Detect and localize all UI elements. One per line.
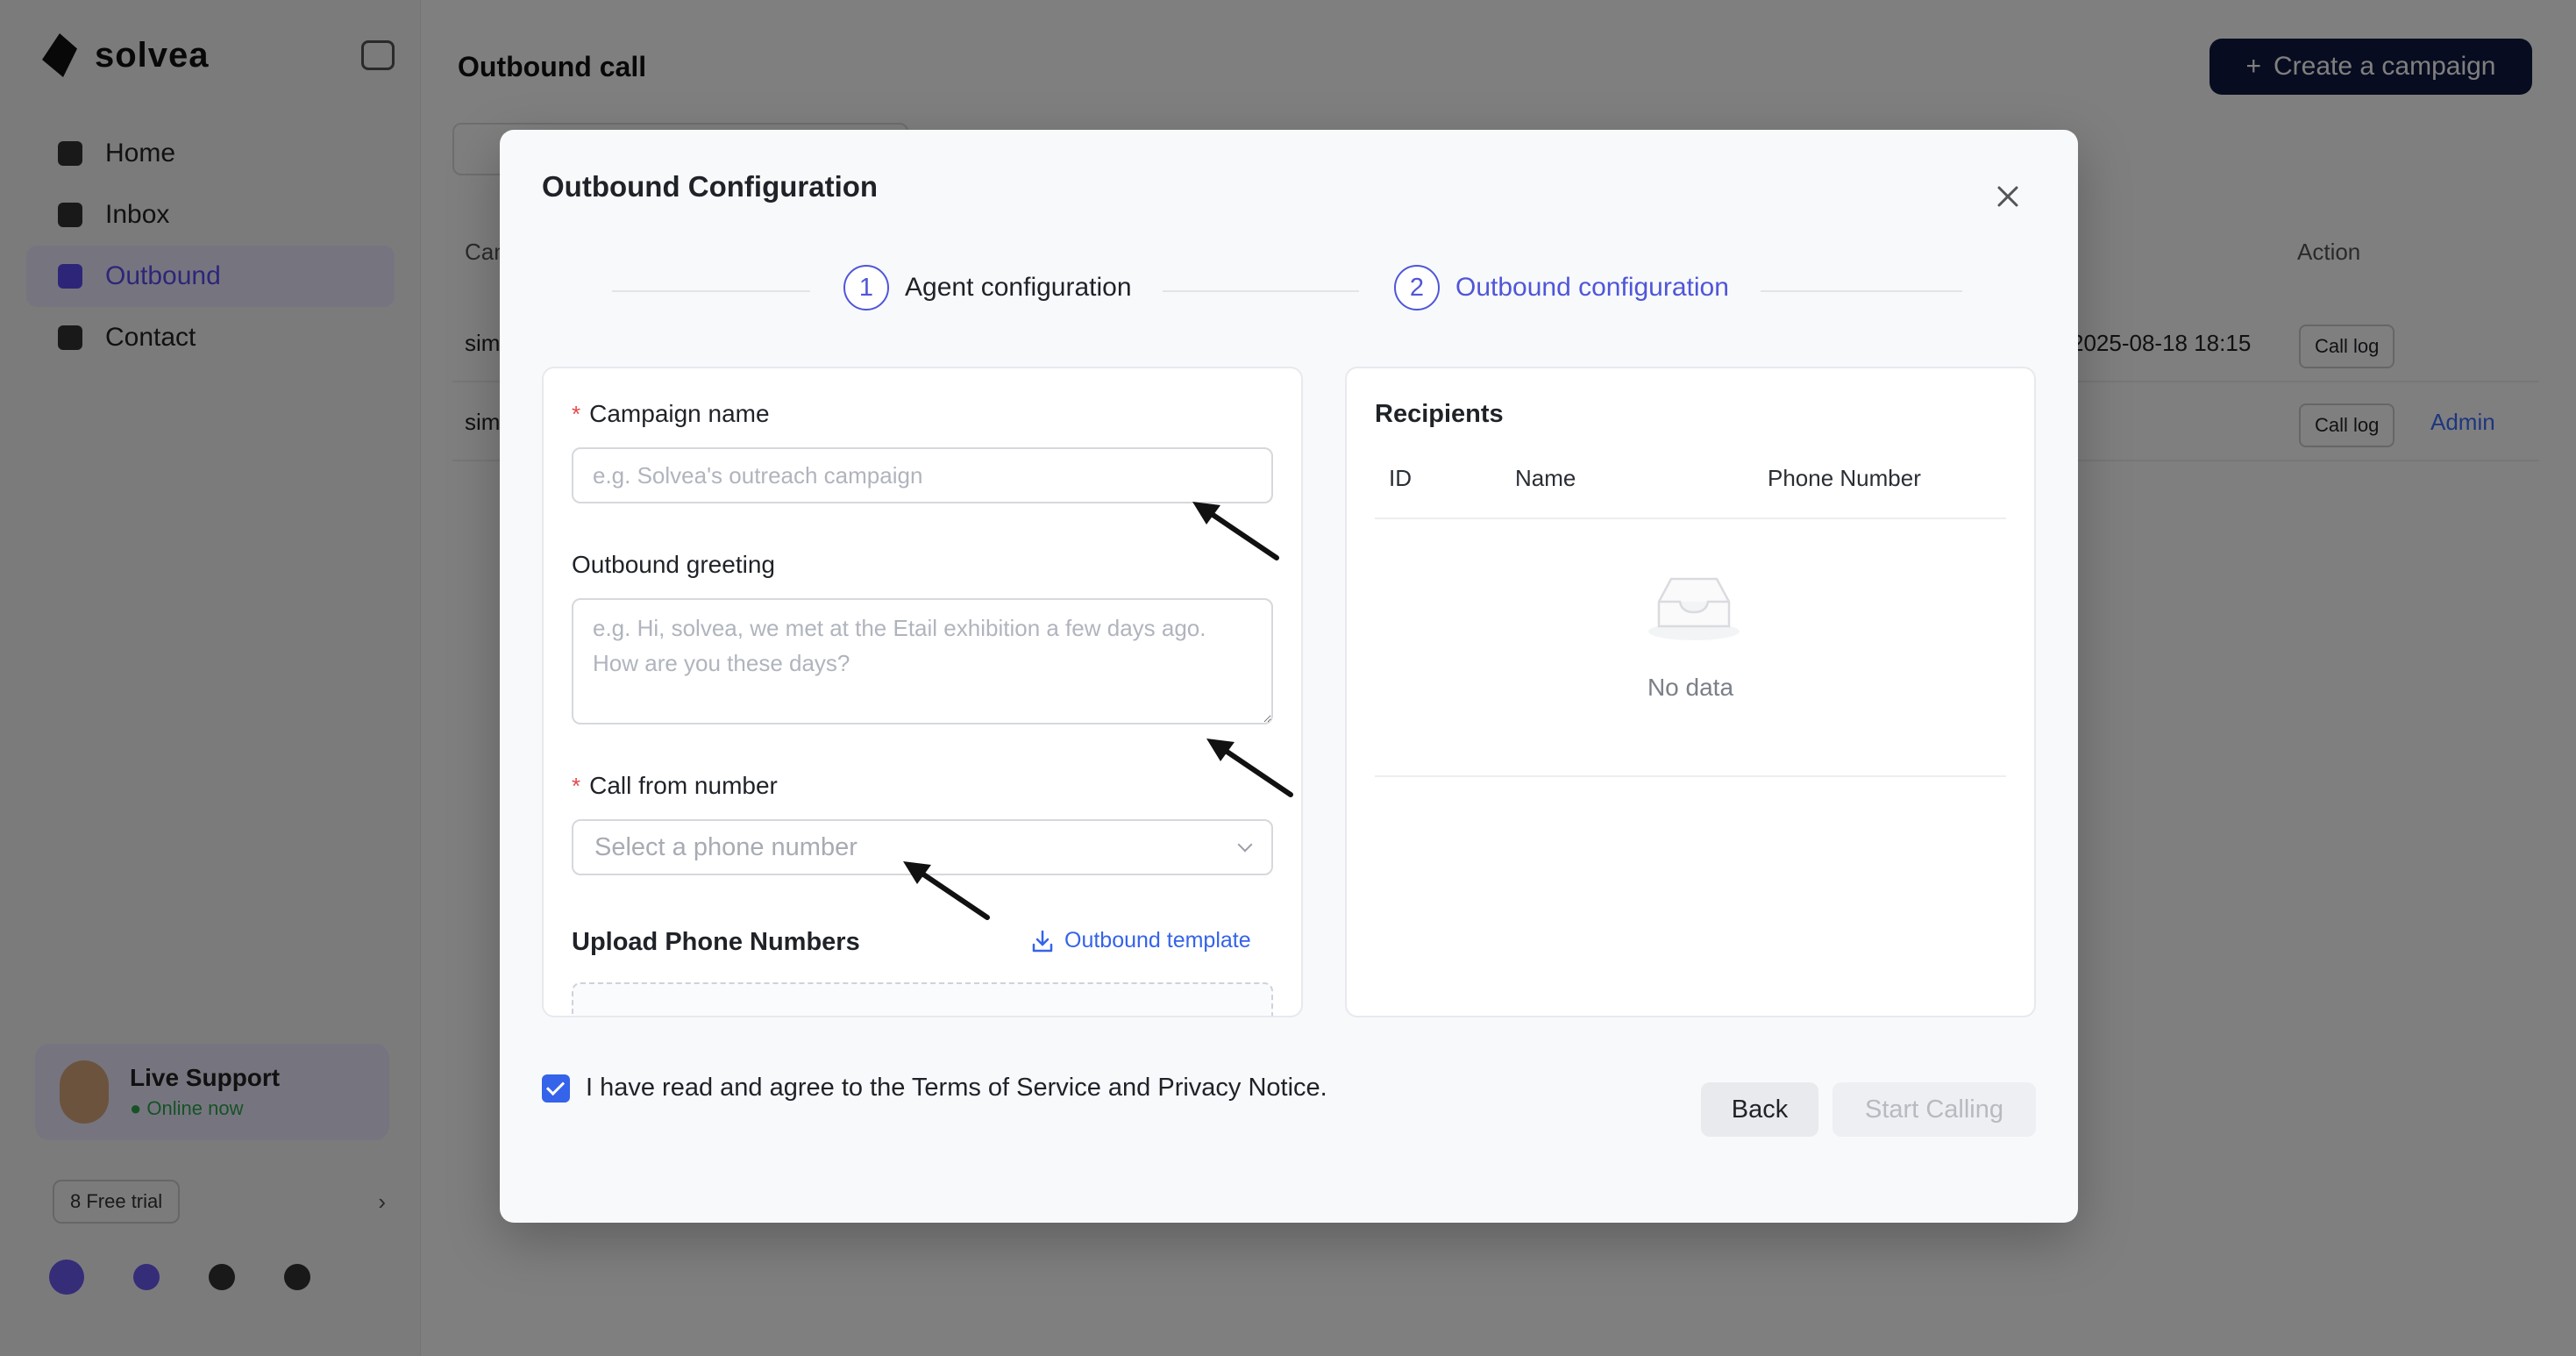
step-agent-configuration[interactable]: 1 Agent configuration (843, 265, 1132, 310)
upload-phone-numbers-title: Upload Phone Numbers (572, 928, 860, 956)
outbound-template-label: Outbound template (1064, 928, 1251, 953)
outbound-greeting-label: Outbound greeting (572, 551, 775, 578)
agreement-text: I have read and agree to the Terms of Se… (586, 1074, 1327, 1102)
agree-checkbox[interactable] (542, 1074, 570, 1103)
close-icon[interactable] (1990, 179, 2025, 214)
call-from-number-label-text: Call from number (589, 772, 778, 799)
download-icon (1032, 930, 1053, 952)
outbound-greeting-textarea[interactable] (572, 598, 1273, 724)
call-from-number-label: * Call from number (572, 772, 778, 800)
empty-text: No data (1647, 674, 1734, 701)
column-name: Name (1515, 465, 1576, 491)
select-placeholder: Select a phone number (594, 832, 857, 861)
start-calling-button[interactable]: Start Calling (1832, 1082, 2036, 1137)
recipients-title: Recipients (1375, 400, 1504, 428)
campaign-name-label: * Campaign name (572, 400, 770, 428)
step-label: Outbound configuration (1455, 273, 1729, 302)
step-divider (1163, 290, 1359, 292)
step-outbound-configuration[interactable]: 2 Outbound configuration (1394, 265, 1729, 310)
outbound-configuration-modal: Outbound Configuration 1 Agent configura… (500, 130, 2078, 1223)
stepper: 1 Agent configuration 2 Outbound configu… (500, 265, 2078, 318)
column-phone-number: Phone Number (1768, 465, 1921, 491)
outbound-template-link[interactable]: Outbound template (1031, 928, 1251, 953)
step-number: 2 (1394, 265, 1440, 310)
annotation-arrow-icon (903, 861, 990, 920)
required-marker: * (572, 401, 581, 427)
chevron-down-icon (1237, 837, 1253, 853)
required-marker: * (572, 773, 581, 799)
modal-title: Outbound Configuration (542, 170, 879, 203)
back-button[interactable]: Back (1701, 1082, 1818, 1137)
recipients-table-header: ID Name Phone Number (1375, 465, 2006, 519)
agreement-row: I have read and agree to the Terms of Se… (542, 1074, 1327, 1103)
empty-inbox-icon (1648, 577, 1740, 640)
annotation-arrow-icon (1206, 739, 1293, 797)
recipients-empty-state: No data (1375, 519, 2006, 777)
recipients-card: Recipients ID Name Phone Number No data (1345, 367, 2036, 1017)
campaign-name-input[interactable] (572, 447, 1273, 503)
column-id: ID (1389, 465, 1412, 491)
step-divider (1761, 290, 1962, 292)
step-divider (612, 290, 810, 292)
campaign-name-label-text: Campaign name (589, 400, 770, 427)
annotation-arrow-icon (1192, 502, 1279, 560)
upload-dropzone[interactable] (572, 982, 1273, 1016)
step-label: Agent configuration (905, 273, 1132, 302)
step-number: 1 (843, 265, 889, 310)
